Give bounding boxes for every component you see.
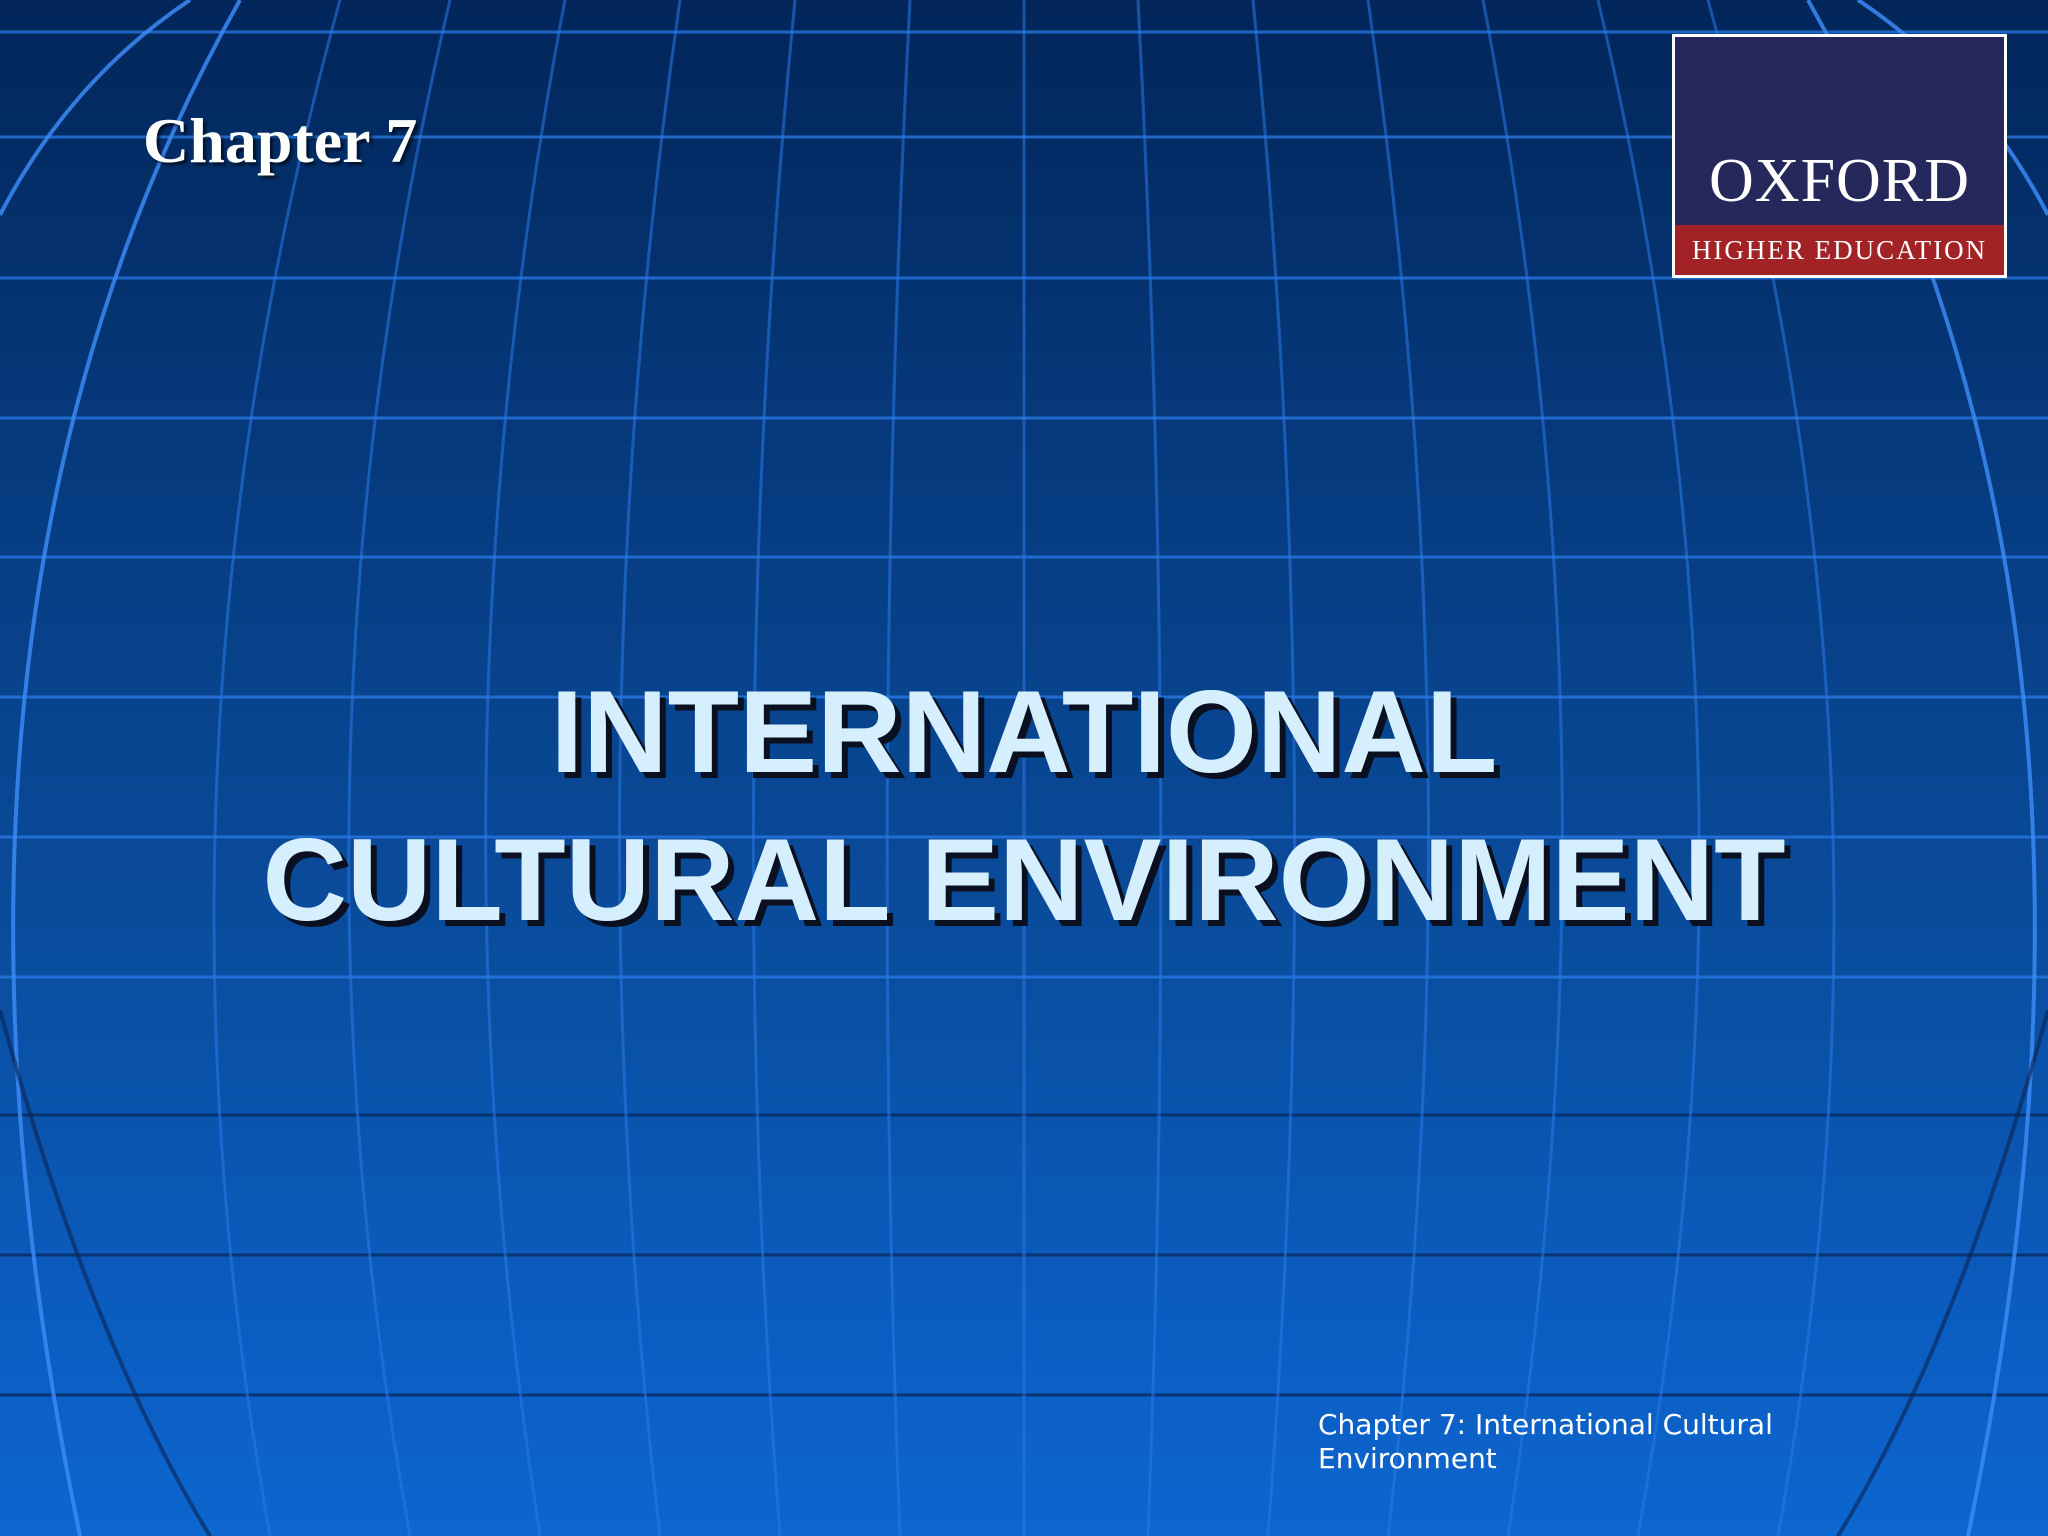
logo-wordmark: OXFORD [1709, 147, 1970, 215]
slide-title-line-1: INTERNATIONAL [550, 666, 1498, 797]
slide-footer: Chapter 7: International Cultural Enviro… [1318, 1408, 1773, 1475]
logo-subtitle: HIGHER EDUCATION [1691, 235, 1988, 265]
slide: Chapter 7 OXFORD HIGHER EDUCATION INTERN… [0, 0, 2048, 1536]
chapter-label: Chapter 7 [143, 105, 418, 176]
oxford-higher-education-logo: OXFORD HIGHER EDUCATION [1672, 34, 2007, 278]
slide-title: INTERNATIONAL CULTURAL ENVIRONMENT [0, 658, 2048, 954]
slide-title-line-2: CULTURAL ENVIRONMENT [262, 814, 1786, 945]
logo-band: HIGHER EDUCATION [1675, 225, 2004, 275]
